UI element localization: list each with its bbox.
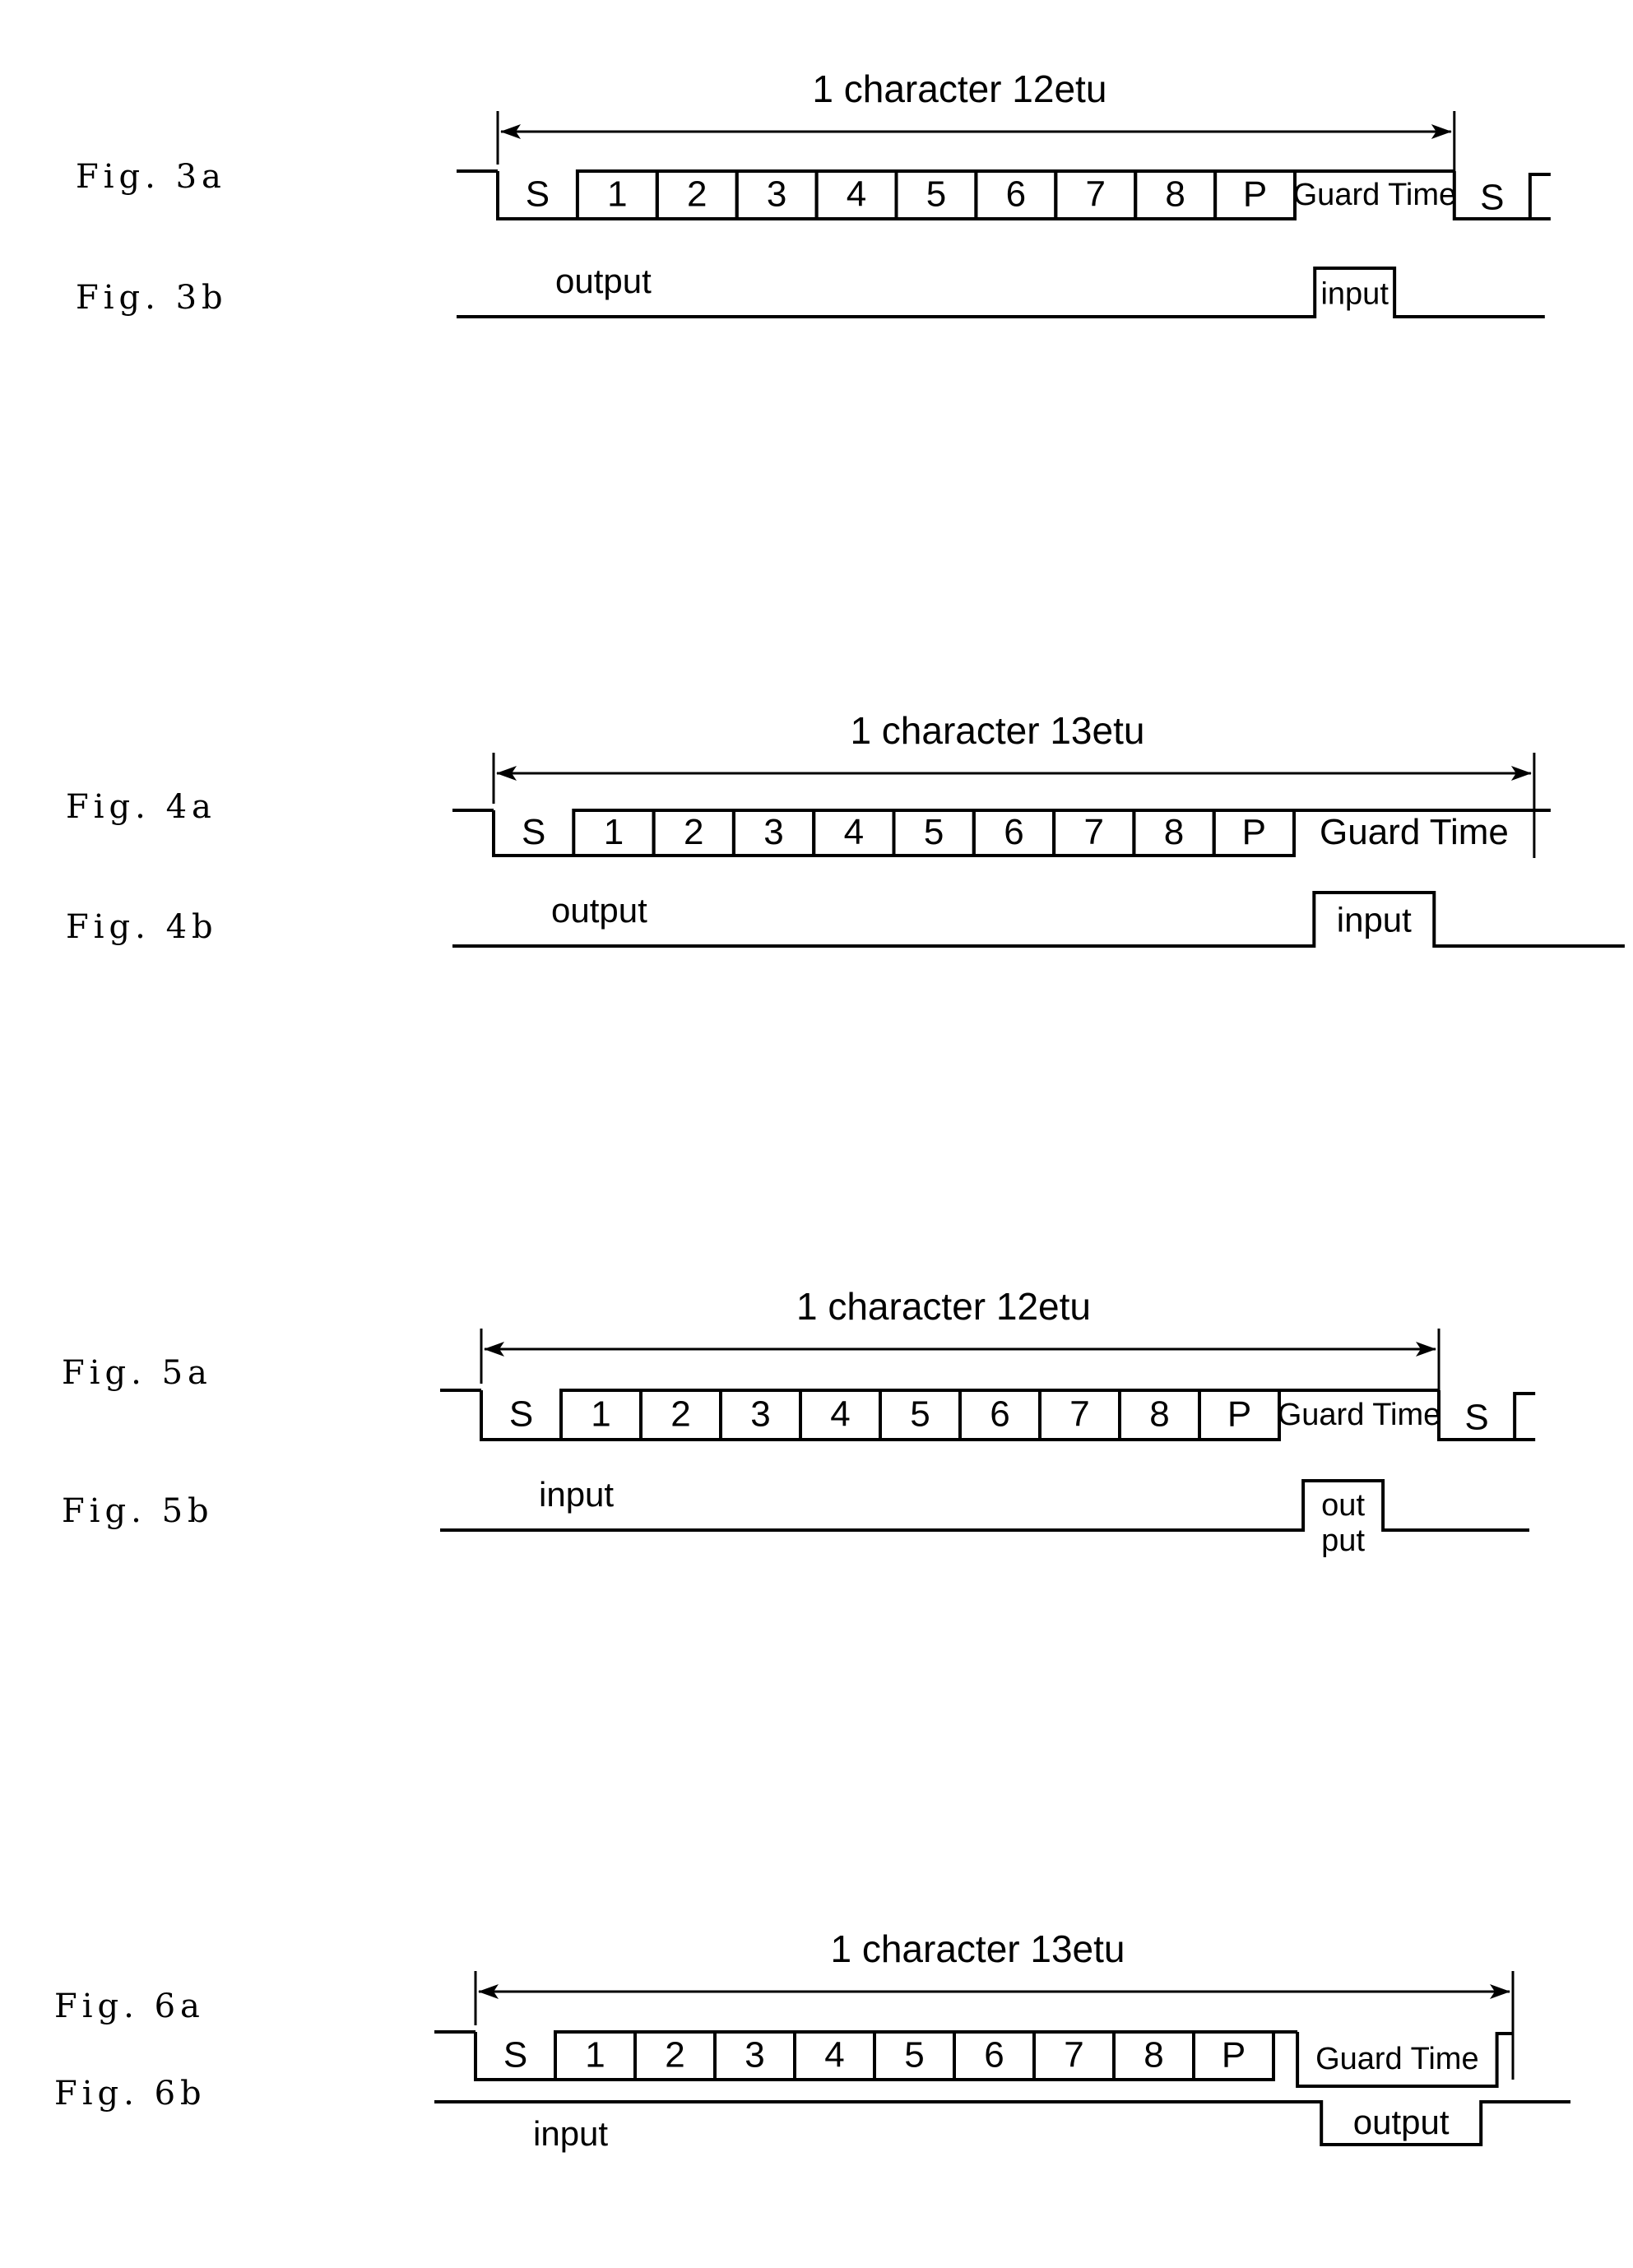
data-bit-label: 5 xyxy=(926,174,946,215)
figure-label-a: Fig. 4a xyxy=(66,788,216,826)
io-main-label: input xyxy=(533,2114,608,2153)
figure-label-a: Fig. 3a xyxy=(76,158,226,196)
parity-bit-label: P xyxy=(1242,812,1266,852)
timing-diagrams: Fig. 3a Fig. 3b 1 character 12etu S 1 2 3 4 5 6 7 8… xyxy=(54,67,1625,2153)
data-bit-label: 2 xyxy=(665,2035,684,2076)
guard-time-label: Guard Time xyxy=(1278,1398,1441,1432)
data-bit-label: 3 xyxy=(763,812,783,852)
figure-label-a: Fig. 5a xyxy=(62,1354,212,1392)
data-bit-label: 4 xyxy=(824,2035,844,2076)
data-bit-label: 3 xyxy=(745,2035,764,2076)
figure-fig3: Fig. 3a Fig. 3b 1 character 12etu S 1 2 3 4 5 6 7 8… xyxy=(76,67,1551,318)
guard-time-label: Guard Time xyxy=(1320,812,1509,852)
data-bit-label: 3 xyxy=(750,1394,770,1435)
parity-bit-label: P xyxy=(1227,1394,1251,1435)
start-bit-label: S xyxy=(522,812,545,852)
data-bit-label: 5 xyxy=(924,812,944,852)
data-bit-label: 7 xyxy=(1064,2035,1083,2076)
data-bit-label: 4 xyxy=(847,174,866,215)
character-length-title: 1 character 12etu xyxy=(796,1285,1091,1328)
data-bit-label: 1 xyxy=(585,2035,605,2076)
io-main-label: output xyxy=(551,891,647,930)
io-pulse-label-line1: out xyxy=(1321,1488,1365,1523)
start-bit-label: S xyxy=(526,174,550,215)
figure-label-b: Fig. 6b xyxy=(54,2075,206,2113)
figure-label-b: Fig. 5b xyxy=(62,1492,214,1530)
data-bit-label: 2 xyxy=(670,1394,690,1435)
next-start-bit-label: S xyxy=(1464,1398,1488,1438)
data-bit-label: 6 xyxy=(984,2035,1004,2076)
data-bit-label: 8 xyxy=(1164,812,1184,852)
figure-label-b: Fig. 4b xyxy=(66,908,218,946)
data-bit-label: 5 xyxy=(910,1394,930,1435)
io-main-label: output xyxy=(555,262,652,300)
io-pulse-label: input xyxy=(1337,901,1412,939)
data-bit-label: 2 xyxy=(684,812,703,852)
io-pulse-label-line2: put xyxy=(1321,1524,1365,1558)
data-bit-label: 6 xyxy=(1004,812,1023,852)
data-bit-label: 1 xyxy=(604,812,624,852)
io-pulse-label: input xyxy=(1320,277,1389,312)
io-main-label: input xyxy=(539,1475,614,1514)
figure-label-b: Fig. 3b xyxy=(76,279,228,317)
data-bit-label: 5 xyxy=(904,2035,924,2076)
data-bit-label: 8 xyxy=(1149,1394,1169,1435)
data-bit-label: 7 xyxy=(1069,1394,1089,1435)
data-bit-label: 3 xyxy=(767,174,786,215)
data-bit-label: 8 xyxy=(1165,174,1185,215)
data-bit-label: 1 xyxy=(607,174,627,215)
start-bit-label: S xyxy=(509,1394,533,1435)
figure-fig4: Fig. 4a Fig. 4b 1 character 13etu S 1 2 3 4 5 6 7 8… xyxy=(66,709,1625,948)
start-bit-label: S xyxy=(503,2035,527,2076)
figure-fig5: Fig. 5a Fig. 5b 1 character 12etu S 1 2 3 4 5 6 7 8… xyxy=(62,1285,1536,1558)
io-pulse-label: output xyxy=(1353,2103,1450,2141)
data-bit-label: 6 xyxy=(990,1394,1009,1435)
guard-time-label: Guard Time xyxy=(1293,178,1457,212)
data-bit-label: 2 xyxy=(687,174,707,215)
data-bit-label: 7 xyxy=(1084,812,1104,852)
data-bit-label: 7 xyxy=(1086,174,1106,215)
parity-bit-label: P xyxy=(1243,174,1267,215)
figure-label-a: Fig. 6a xyxy=(54,1987,205,2025)
data-bit-label: 4 xyxy=(844,812,864,852)
next-start-bit-label: S xyxy=(1480,178,1504,218)
data-bit-label: 4 xyxy=(830,1394,850,1435)
character-length-title: 1 character 13etu xyxy=(850,709,1144,752)
data-bit-label: 8 xyxy=(1144,2035,1163,2076)
parity-bit-label: P xyxy=(1222,2035,1246,2076)
figure-fig6: Fig. 6a Fig. 6b 1 character 13etu S 1 2 3 4 5 6 7 8… xyxy=(54,1927,1570,2153)
data-bit-label: 6 xyxy=(1006,174,1026,215)
character-length-title: 1 character 12etu xyxy=(812,67,1106,110)
character-length-title: 1 character 13etu xyxy=(830,1927,1125,1970)
data-bit-label: 1 xyxy=(591,1394,610,1435)
guard-time-label: Guard Time xyxy=(1315,2042,1479,2076)
